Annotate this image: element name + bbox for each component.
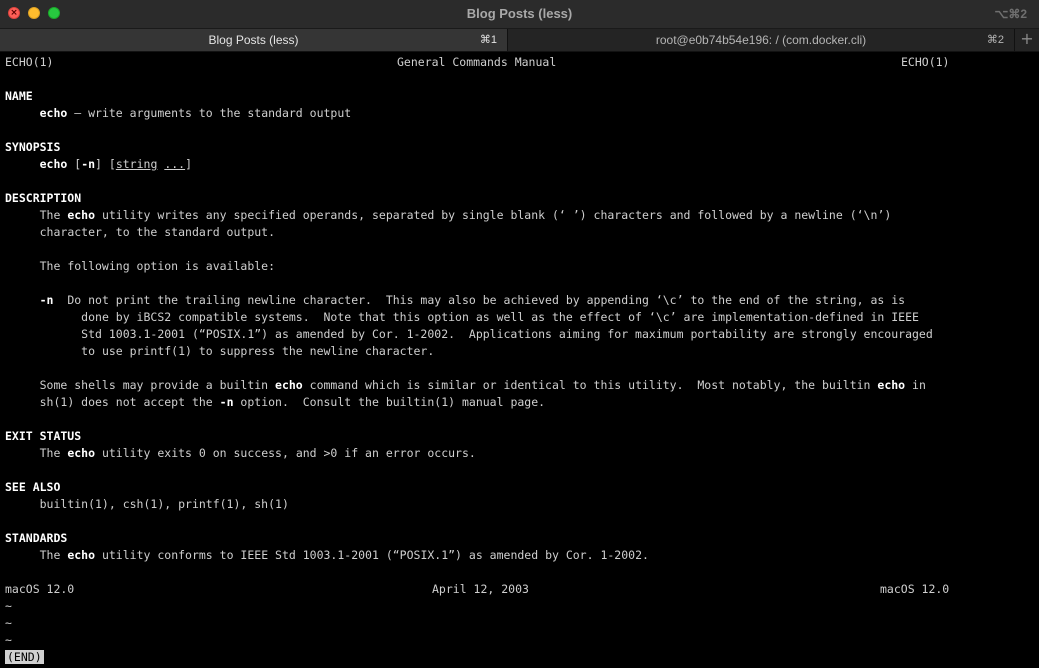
terminal-content[interactable]: ECHO(1) General Commands Manual ECHO(1) NA… xyxy=(5,54,1035,668)
title-bar: × Blog Posts (less) ⌥⌘2 xyxy=(0,0,1039,29)
syn-text: ] xyxy=(185,157,193,171)
header-right: ECHO(1) xyxy=(901,55,950,69)
desc-text: command which is similar or identical to… xyxy=(302,378,878,392)
option-text: done by iBCS2 compatible systems. Note t… xyxy=(81,310,919,324)
option-text: to use printf(1) to suppress the newline… xyxy=(81,344,435,358)
section-heading-see-also: SEE ALSO xyxy=(5,480,61,494)
tilde-line: ~ xyxy=(5,616,12,630)
option-line: Std 1003.1-2001 (“POSIX.1”) as amended b… xyxy=(5,326,1035,343)
synopsis-line: echo [-n] [string ...] xyxy=(5,156,1035,173)
tab-shortcut: ⌘2 xyxy=(986,34,1004,46)
tab-shortcut: ⌘1 xyxy=(479,34,497,46)
description-line: character, to the standard output. xyxy=(5,224,1035,241)
desc-text: sh(1) does not accept the xyxy=(39,395,220,409)
header-center: General Commands Manual xyxy=(397,55,557,69)
option-text: Std 1003.1-2001 (“POSIX.1”) as amended b… xyxy=(81,327,933,341)
man-header: ECHO(1) General Commands Manual ECHO(1) xyxy=(5,54,1035,71)
option-text: Do not print the trailing newline charac… xyxy=(53,293,906,307)
flag-n: -n xyxy=(39,293,54,307)
option-line: -n Do not print the trailing newline cha… xyxy=(5,292,1035,309)
exit-status-line: The echo utility exits 0 on success, and… xyxy=(5,445,1035,462)
header-left: ECHO(1) xyxy=(5,55,54,69)
description-line: The echo utility writes any specified op… xyxy=(5,207,1035,224)
window-shortcut: ⌥⌘2 xyxy=(994,7,1027,21)
man-footer: macOS 12.0 April 12, 2003 macOS 12.0 xyxy=(5,581,1035,598)
name-line: echo – write arguments to the standard o… xyxy=(5,105,1035,122)
footer-right: macOS 12.0 xyxy=(880,582,950,596)
end-marker: (END) xyxy=(5,650,44,664)
arg-string: string xyxy=(115,157,158,171)
pager-prompt[interactable]: (END) xyxy=(5,649,1035,666)
desc-text: utility writes any specified operands, s… xyxy=(95,208,892,222)
cmd-echo: echo xyxy=(877,378,906,392)
desc-text: character, to the standard output. xyxy=(39,225,276,239)
cmd-echo: echo xyxy=(275,378,303,392)
syn-text: [ xyxy=(67,157,82,171)
desc-text: Some shells may provide a builtin xyxy=(39,378,276,392)
see-also-line: builtin(1), csh(1), printf(1), sh(1) xyxy=(5,496,1035,513)
description-line: sh(1) does not accept the -n option. Con… xyxy=(5,394,1035,411)
standards-text: utility conforms to IEEE Std 1003.1-2001… xyxy=(95,548,649,562)
exit-text: The xyxy=(39,446,68,460)
option-line: done by iBCS2 compatible systems. Note t… xyxy=(5,309,1035,326)
desc-text: The xyxy=(39,208,68,222)
flag-n: -n xyxy=(219,395,234,409)
cmd-echo: echo xyxy=(67,548,96,562)
cmd-echo: echo xyxy=(67,446,96,460)
description-line: Some shells may provide a builtin echo c… xyxy=(5,377,1035,394)
tab-label: Blog Posts (less) xyxy=(208,33,299,47)
desc-text: option. Consult the builtin(1) manual pa… xyxy=(233,395,546,409)
section-heading-exit-status: EXIT STATUS xyxy=(5,429,82,443)
standards-line: The echo utility conforms to IEEE Std 10… xyxy=(5,547,1035,564)
desc-text: in xyxy=(905,378,926,392)
syn-text: ] [ xyxy=(95,157,116,171)
new-tab-button[interactable]: + xyxy=(1014,29,1039,51)
section-heading-standards: STANDARDS xyxy=(5,531,68,545)
name-text: – write arguments to the standard output xyxy=(67,106,352,120)
tab-label: root@e0b74b54e196: / (com.docker.cli) xyxy=(655,33,867,47)
footer-left: macOS 12.0 xyxy=(5,582,75,596)
section-heading-name: NAME xyxy=(5,89,33,103)
tilde-line: ~ xyxy=(5,599,12,613)
tab-bar: Blog Posts (less) ⌘1 root@e0b74b54e196: … xyxy=(0,29,1039,52)
footer-center: April 12, 2003 xyxy=(432,582,529,596)
see-also-text: builtin(1), csh(1), printf(1), sh(1) xyxy=(39,497,289,511)
cmd-echo: echo xyxy=(67,208,96,222)
tab-docker-shell[interactable]: root@e0b74b54e196: / (com.docker.cli) ⌘2 xyxy=(507,29,1014,51)
exit-text: utility exits 0 on success, and >0 if an… xyxy=(95,446,476,460)
tab-blog-posts[interactable]: Blog Posts (less) ⌘1 xyxy=(0,29,507,51)
standards-text: The xyxy=(39,548,68,562)
plus-icon: + xyxy=(1020,29,1034,48)
arg-dots: ... xyxy=(164,157,186,171)
section-heading-description: DESCRIPTION xyxy=(5,191,82,205)
desc-text: The following option is available: xyxy=(39,259,276,273)
window-title: Blog Posts (less) xyxy=(466,6,573,21)
cmd-echo: echo xyxy=(39,106,68,120)
cmd-echo: echo xyxy=(39,157,68,171)
tilde-line: ~ xyxy=(5,633,12,647)
terminal-window: × Blog Posts (less) ⌥⌘2 Blog Posts (less… xyxy=(0,0,1039,668)
section-heading-synopsis: SYNOPSIS xyxy=(5,140,61,154)
option-line: to use printf(1) to suppress the newline… xyxy=(5,343,1035,360)
flag-n: -n xyxy=(81,157,96,171)
description-line: The following option is available: xyxy=(5,258,1035,275)
